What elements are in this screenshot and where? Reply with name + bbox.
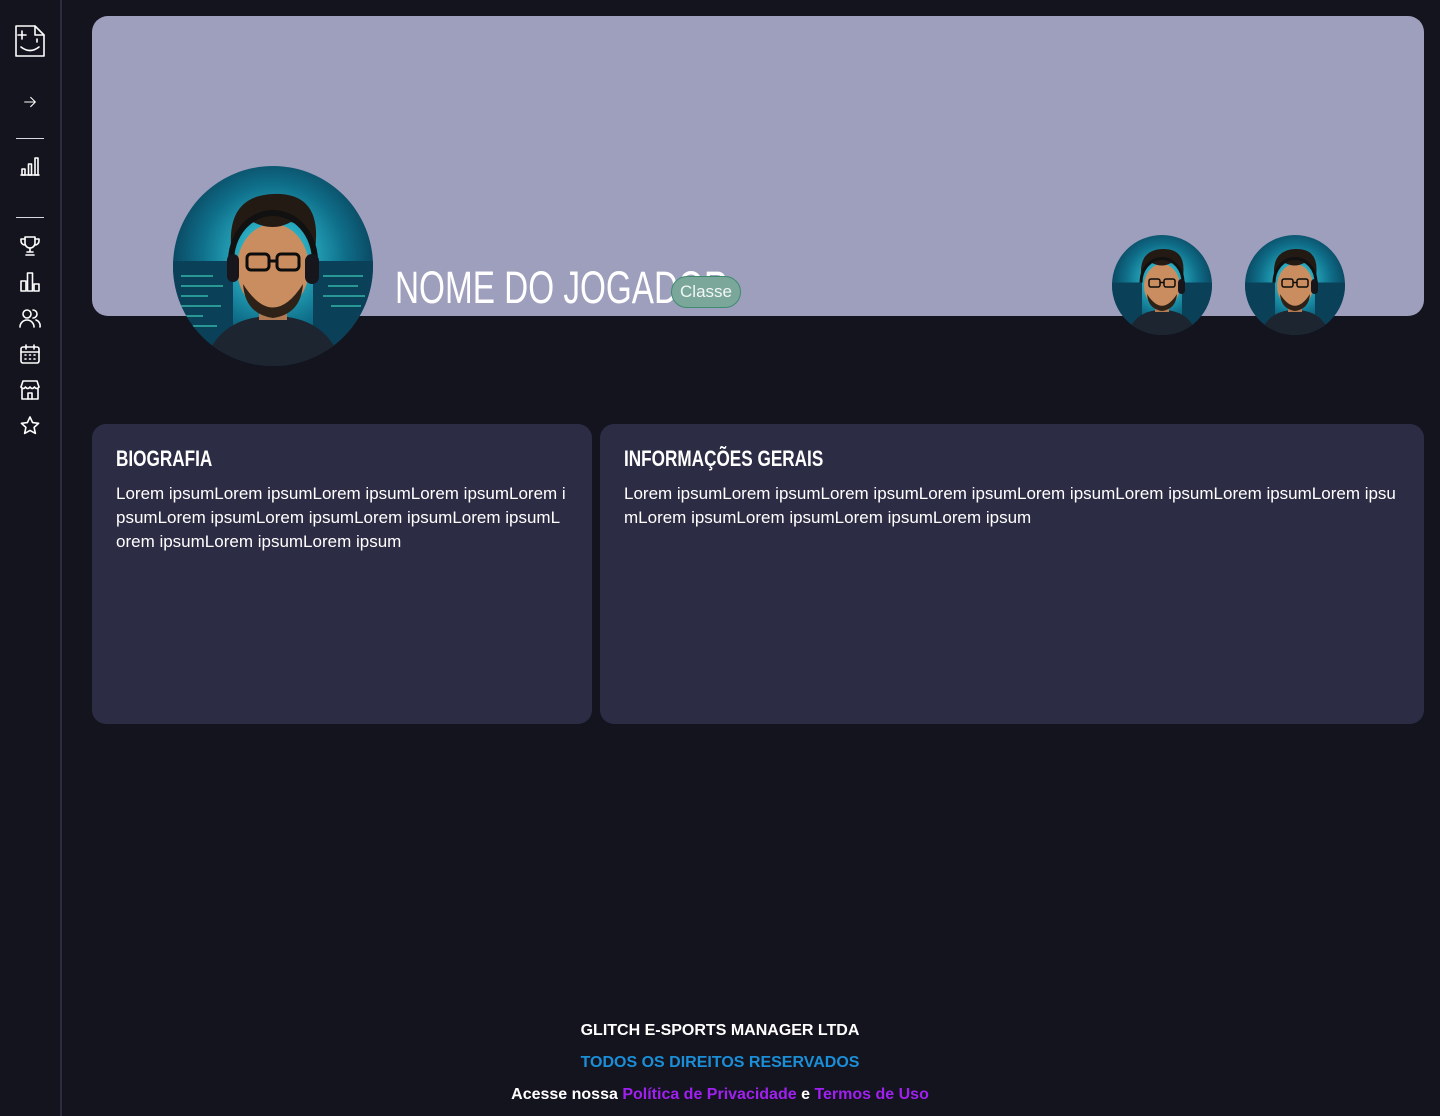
smile-document-icon[interactable] bbox=[12, 22, 48, 60]
general-info-title: INFORMAÇÕES GERAIS bbox=[624, 446, 824, 471]
star-icon[interactable] bbox=[14, 410, 46, 442]
team-avatar[interactable] bbox=[1245, 235, 1345, 335]
footer-rights: TODOS OS DIREITOS RESERVADOS bbox=[580, 1054, 860, 1071]
sidebar bbox=[0, 0, 62, 1116]
player-avatar bbox=[173, 166, 373, 366]
bar-chart-icon[interactable] bbox=[14, 266, 46, 298]
team-avatar[interactable] bbox=[1112, 235, 1212, 335]
sidebar-divider bbox=[16, 217, 44, 218]
logo-svg bbox=[15, 25, 45, 57]
footer-company: GLITCH E-SPORTS MANAGER LTDA bbox=[580, 1022, 860, 1039]
biography-text: Lorem ipsumLorem ipsumLorem ipsumLorem i… bbox=[116, 484, 566, 551]
trophy-icon[interactable] bbox=[14, 230, 46, 262]
general-info-card: INFORMAÇÕES GERAIS Lorem ipsumLorem ipsu… bbox=[600, 424, 1424, 724]
sidebar-divider bbox=[16, 138, 44, 139]
biography-title: BIOGRAFIA bbox=[116, 446, 213, 471]
users-icon[interactable] bbox=[14, 302, 46, 334]
footer-access-text: Acesse nossa bbox=[511, 1086, 618, 1103]
class-badge[interactable]: Classe bbox=[671, 276, 741, 308]
terms-of-use-link[interactable]: Termos de Uso bbox=[814, 1086, 928, 1103]
footer-conjunction: e bbox=[801, 1086, 810, 1103]
store-icon[interactable] bbox=[14, 374, 46, 406]
arrow-right-icon[interactable] bbox=[14, 86, 46, 118]
general-info-text: Lorem ipsumLorem ipsumLorem ipsumLorem i… bbox=[624, 484, 1396, 527]
signal-bars-icon[interactable] bbox=[14, 150, 46, 182]
calendar-icon[interactable] bbox=[14, 338, 46, 370]
privacy-policy-link[interactable]: Política de Privacidade bbox=[622, 1086, 796, 1103]
footer-links: Acesse nossa Política de Privacidade e T… bbox=[62, 1086, 1378, 1104]
biography-card: BIOGRAFIA Lorem ipsumLorem ipsumLorem ip… bbox=[92, 424, 592, 724]
